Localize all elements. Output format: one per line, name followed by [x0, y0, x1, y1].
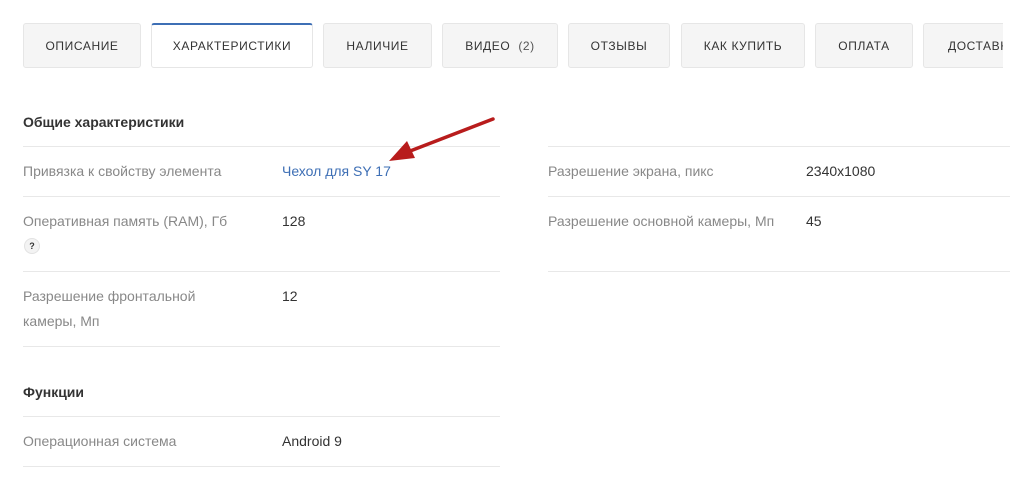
annotation-arrow-icon: [389, 117, 495, 161]
